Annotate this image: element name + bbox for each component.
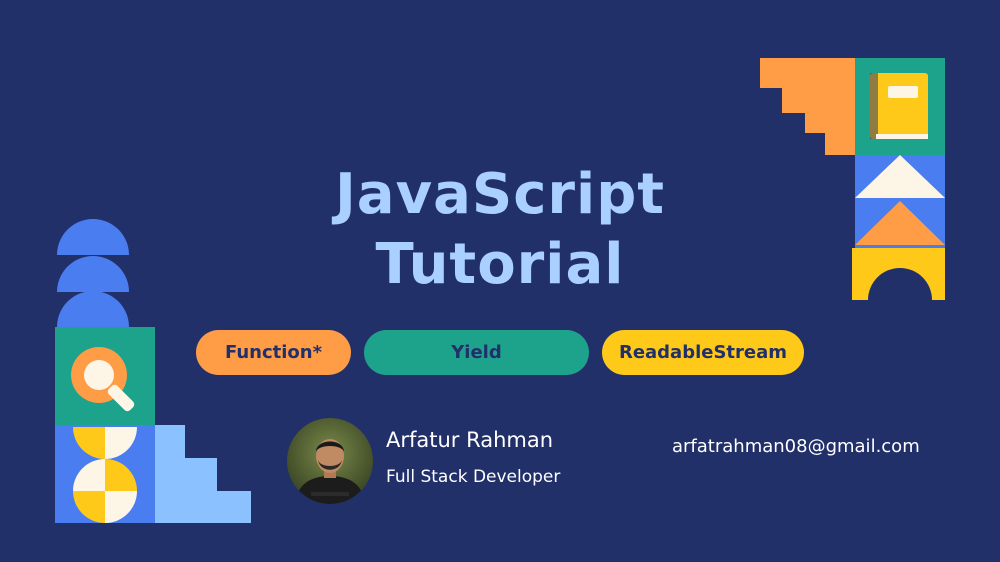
orange-stairs [760,58,855,155]
tag-readablestream: ReadableStream [602,330,804,375]
slide: JavaScript Tutorial Function* Yield Read… [0,0,1000,562]
light-blue-stairs [155,425,251,523]
author-email[interactable]: arfatrahman08@gmail.com [672,436,920,457]
title-line-1: JavaScript [334,162,666,227]
author-role: Full Stack Developer [386,467,561,487]
author-name: Arfatur Rahman [386,428,554,452]
avatar [287,418,373,504]
page-title: JavaScript Tutorial [0,160,1000,300]
book-icon [870,73,928,139]
tag-function: Function* [196,330,351,375]
title-line-2: Tutorial [375,232,625,297]
tag-yield: Yield [364,330,589,375]
